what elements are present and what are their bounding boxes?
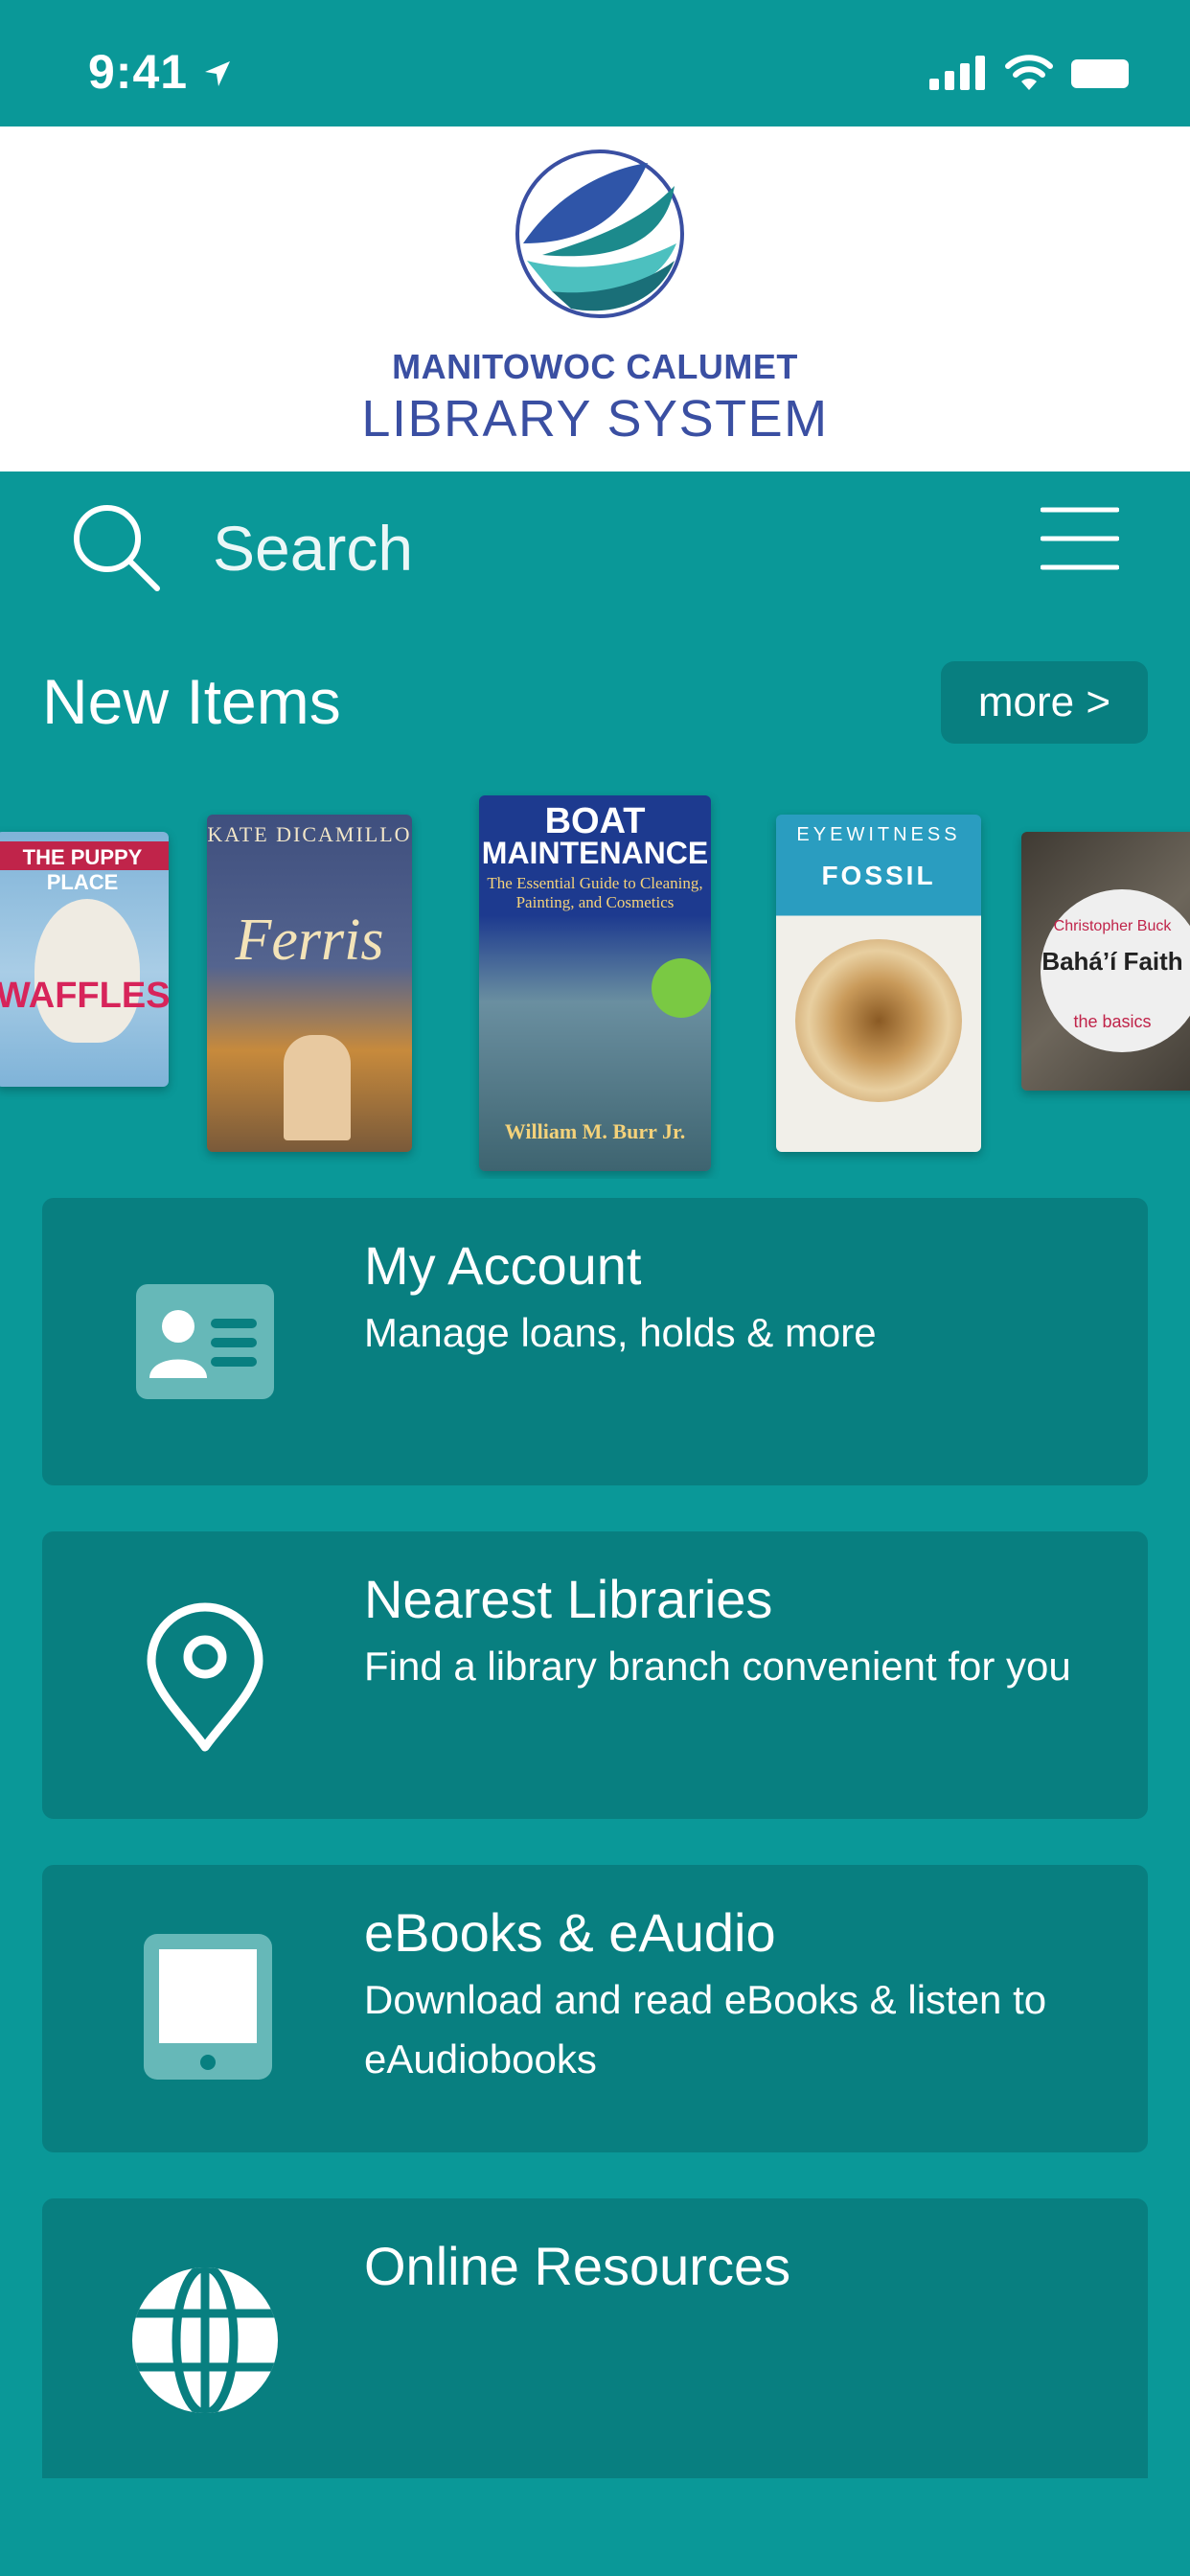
book-title-line2: WAFFLES xyxy=(0,976,169,1016)
book-cover[interactable]: Christopher Buck Bahá’í Faith the basics xyxy=(1021,832,1190,1091)
book-cover[interactable]: THE PUPPY PLACE WAFFLES xyxy=(0,832,169,1087)
card-description: Manage loans, holds & more xyxy=(364,1310,877,1355)
logo-title-line2: LIBRARY SYSTEM xyxy=(361,390,829,448)
ebooks-eaudio-card[interactable]: eBooks & eAudio Download and read eBooks… xyxy=(42,1865,1148,2152)
book-author: KATE DICAMILLO xyxy=(207,822,412,846)
new-items-title: New Items xyxy=(42,666,341,737)
book-series: EYEWITNESS xyxy=(796,824,961,845)
wifi-icon xyxy=(1005,55,1053,90)
search-icon[interactable] xyxy=(69,500,161,592)
signal-icon xyxy=(929,56,985,90)
card-title: Nearest Libraries xyxy=(364,1569,773,1629)
book-title: Bahá’í Faith xyxy=(1041,947,1183,976)
card-title: Online Resources xyxy=(364,2236,791,2296)
search-input[interactable] xyxy=(213,502,979,594)
new-items-carousel[interactable]: THE PUPPY PLACE WAFFLES KATE DICAMILLO F… xyxy=(0,786,1190,1179)
book-title-line2: MAINTENANCE xyxy=(481,836,709,870)
card-description: Find a library branch convenient for you xyxy=(364,1644,1071,1689)
location-arrow-icon xyxy=(205,61,230,86)
hamburger-menu-icon[interactable] xyxy=(1041,506,1119,571)
book-title-line1: THE PUPPY PLACE xyxy=(22,845,143,894)
book-cover[interactable]: EYEWITNESS FOSSIL xyxy=(776,815,981,1152)
book-author: William M. Burr Jr. xyxy=(504,1119,686,1143)
status-bar: 9:41 xyxy=(0,0,1190,126)
status-time: 9:41 xyxy=(88,45,189,99)
tablet-icon xyxy=(144,1934,272,2080)
book-subtitle: The Essential Guide to Cleaning, Paintin… xyxy=(487,874,703,911)
card-title: eBooks & eAudio xyxy=(364,1902,776,1963)
book-cover[interactable]: BOAT MAINTENANCE The Essential Guide to … xyxy=(479,795,711,1171)
card-description: Download and read eBooks & listen to eAu… xyxy=(364,1977,1047,2082)
nearest-libraries-card[interactable]: Nearest Libraries Find a library branch … xyxy=(42,1531,1148,1819)
id-card-icon xyxy=(136,1284,274,1399)
library-logo-icon xyxy=(515,150,684,318)
card-title: My Account xyxy=(364,1235,642,1296)
book-title: Ferris xyxy=(235,908,384,973)
logo-header: MANITOWOC CALUMET LIBRARY SYSTEM xyxy=(0,126,1190,472)
book-subtitle: the basics xyxy=(1073,1012,1152,1031)
book-author: Christopher Buck xyxy=(1053,918,1172,934)
book-title: FOSSIL xyxy=(821,861,936,890)
online-resources-card[interactable]: Online Resources xyxy=(42,2198,1148,2478)
logo-title-line1: MANITOWOC CALUMET xyxy=(392,347,798,386)
my-account-card[interactable]: My Account Manage loans, holds & more xyxy=(42,1198,1148,1485)
more-button[interactable]: more > xyxy=(941,661,1148,744)
globe-icon xyxy=(132,2267,278,2413)
battery-icon xyxy=(1071,59,1129,88)
book-cover[interactable]: KATE DICAMILLO Ferris xyxy=(207,815,412,1152)
search-bar xyxy=(0,472,1190,615)
location-pin-icon xyxy=(147,1602,263,1752)
